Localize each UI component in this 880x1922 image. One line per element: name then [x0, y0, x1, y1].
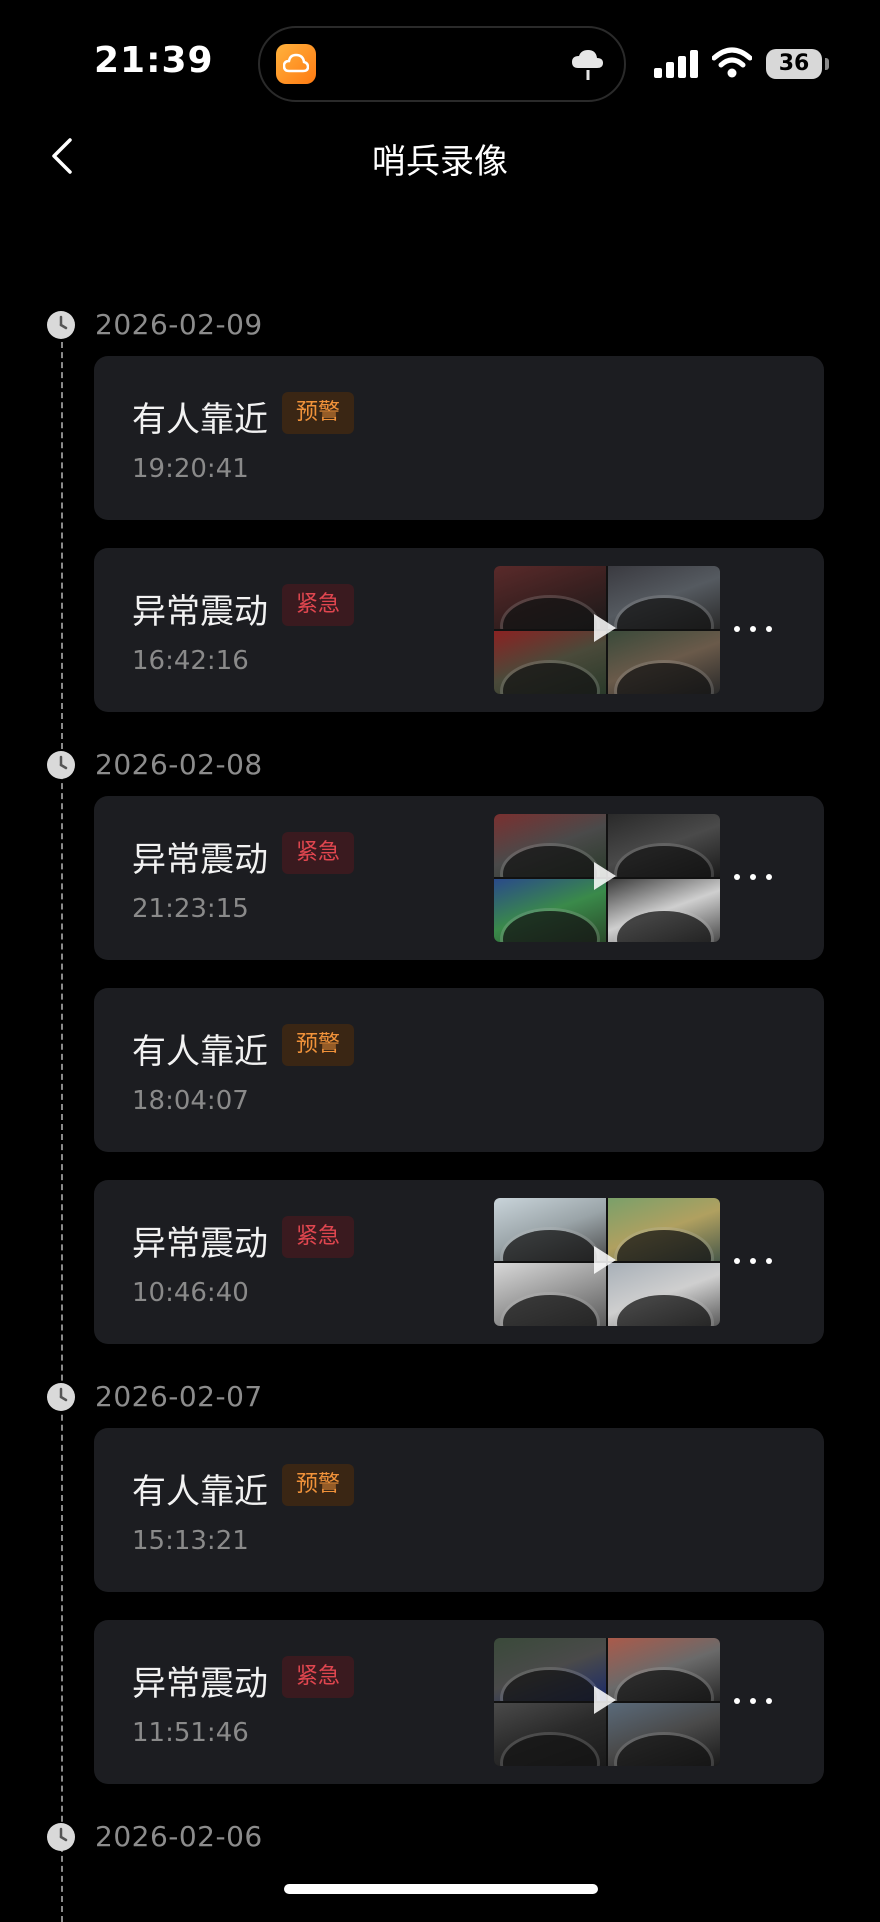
- camera-view-left: [494, 631, 606, 694]
- event-card[interactable]: 有人靠近 预警 19:20:41: [94, 356, 824, 520]
- warning-badge: 预警: [282, 1464, 355, 1506]
- event-title: 有人靠近: [132, 1032, 268, 1072]
- clock-icon: [46, 310, 76, 340]
- event-time: 18:04:07: [132, 1086, 249, 1116]
- urgent-badge: 紧急: [282, 832, 355, 874]
- event-card[interactable]: 有人靠近 预警 15:13:21: [94, 1428, 824, 1592]
- video-thumbnail[interactable]: [494, 1638, 720, 1766]
- event-time: 11:51:46: [132, 1718, 249, 1748]
- video-thumbnail[interactable]: [494, 814, 720, 942]
- video-thumbnail[interactable]: [494, 566, 720, 694]
- camera-view-right: [608, 879, 720, 942]
- event-card[interactable]: 异常震动 紧急 21:23:15: [94, 796, 824, 960]
- more-dot-icon: [750, 1698, 756, 1704]
- date-header: 2026-02-06: [0, 1812, 880, 1868]
- urgent-badge: 紧急: [282, 1656, 355, 1698]
- dynamic-island[interactable]: [258, 26, 626, 102]
- battery-cap: [825, 58, 829, 70]
- more-dot-icon: [766, 1698, 772, 1704]
- date-header: 2026-02-07: [0, 1372, 880, 1428]
- more-dot-icon: [734, 1258, 740, 1264]
- clock-icon: [46, 1822, 76, 1852]
- more-dot-icon: [766, 1258, 772, 1264]
- camera-view-rear: [608, 566, 720, 629]
- more-dot-icon: [734, 626, 740, 632]
- urgent-badge: 紧急: [282, 1216, 355, 1258]
- more-options-button[interactable]: [730, 860, 780, 896]
- camera-view-left: [494, 1703, 606, 1766]
- weather-icon: [570, 48, 606, 88]
- date-label: 2026-02-06: [95, 1820, 263, 1853]
- event-time: 19:20:41: [132, 454, 249, 484]
- date-header: 2026-02-08: [0, 740, 880, 796]
- camera-view-front: [494, 1198, 606, 1261]
- video-thumbnail[interactable]: [494, 1198, 720, 1326]
- event-title: 有人靠近: [132, 400, 268, 440]
- event-title: 有人靠近: [132, 1472, 268, 1512]
- clock-icon: [46, 1382, 76, 1412]
- more-dot-icon: [750, 874, 756, 880]
- event-title: 异常震动: [132, 1664, 268, 1704]
- more-options-button[interactable]: [730, 1244, 780, 1280]
- date-group: 2026-02-06: [0, 1812, 880, 1868]
- play-icon[interactable]: [594, 614, 616, 642]
- clock-icon: [46, 750, 76, 780]
- status-time: 21:39: [94, 40, 214, 81]
- camera-view-right: [608, 631, 720, 694]
- urgent-badge: 紧急: [282, 584, 355, 626]
- camera-view-front: [494, 566, 606, 629]
- warning-badge: 预警: [282, 392, 355, 434]
- more-options-button[interactable]: [730, 612, 780, 648]
- event-time: 21:23:15: [132, 894, 249, 924]
- event-card[interactable]: 异常震动 紧急 10:46:40: [94, 1180, 824, 1344]
- date-group: 2026-02-09 有人靠近 预警 19:20:41 异常震动 紧急 16:42:16: [0, 300, 880, 712]
- wifi-icon: [711, 46, 753, 82]
- more-dot-icon: [750, 1258, 756, 1264]
- more-dot-icon: [734, 874, 740, 880]
- event-time: 16:42:16: [132, 646, 249, 676]
- event-card[interactable]: 异常震动 紧急 16:42:16: [94, 548, 824, 712]
- event-time: 10:46:40: [132, 1278, 249, 1308]
- camera-view-rear: [608, 814, 720, 877]
- page-title: 哨兵录像: [372, 142, 508, 182]
- date-group: 2026-02-07 有人靠近 预警 15:13:21 异常震动 紧急 11:51:46: [0, 1372, 880, 1784]
- warning-badge: 预警: [282, 1024, 355, 1066]
- camera-view-left: [494, 1263, 606, 1326]
- camera-view-front: [494, 1638, 606, 1701]
- more-dot-icon: [766, 874, 772, 880]
- event-timeline: 2026-02-09 有人靠近 预警 19:20:41 异常震动 紧急 16:42:16 20…: [0, 300, 880, 1868]
- camera-view-right: [608, 1703, 720, 1766]
- date-label: 2026-02-08: [95, 748, 263, 781]
- camera-view-rear: [608, 1638, 720, 1701]
- status-bar: 21:39 36: [0, 0, 880, 130]
- play-icon[interactable]: [594, 862, 616, 890]
- event-card[interactable]: 异常震动 紧急 11:51:46: [94, 1620, 824, 1784]
- play-icon[interactable]: [594, 1246, 616, 1274]
- camera-view-right: [608, 1263, 720, 1326]
- camera-view-front: [494, 814, 606, 877]
- date-header: 2026-02-09: [0, 300, 880, 356]
- more-dot-icon: [750, 626, 756, 632]
- more-dot-icon: [766, 626, 772, 632]
- play-icon[interactable]: [594, 1686, 616, 1714]
- more-options-button[interactable]: [730, 1684, 780, 1720]
- event-title: 异常震动: [132, 592, 268, 632]
- event-time: 15:13:21: [132, 1526, 249, 1556]
- home-indicator[interactable]: [284, 1884, 598, 1894]
- event-title: 异常震动: [132, 840, 268, 880]
- battery-icon: 36: [766, 49, 822, 79]
- event-card[interactable]: 有人靠近 预警 18:04:07: [94, 988, 824, 1152]
- signal-icon: [654, 50, 700, 82]
- camera-view-rear: [608, 1198, 720, 1261]
- date-group: 2026-02-08 异常震动 紧急 21:23:15 有人靠近 预警 18:04:07 异常…: [0, 740, 880, 1344]
- date-label: 2026-02-07: [95, 1380, 263, 1413]
- more-dot-icon: [734, 1698, 740, 1704]
- app-cloud-icon: [276, 44, 316, 84]
- camera-view-left: [494, 879, 606, 942]
- date-label: 2026-02-09: [95, 308, 263, 341]
- event-title: 异常震动: [132, 1224, 268, 1264]
